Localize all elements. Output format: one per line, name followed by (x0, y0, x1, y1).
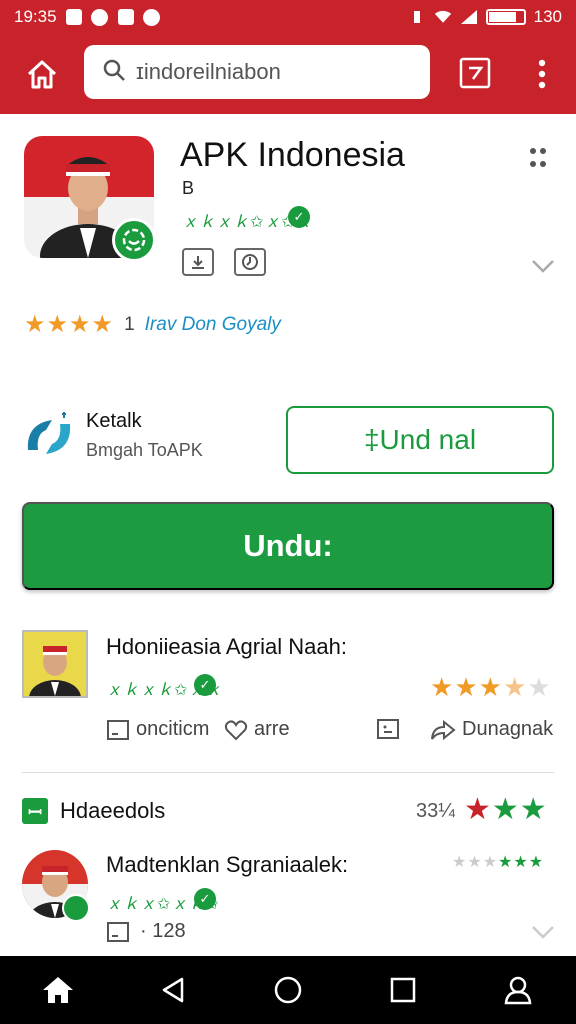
home-icon[interactable] (20, 52, 64, 96)
verified-badge-icon (112, 218, 156, 262)
action-report[interactable] (376, 718, 400, 740)
chevron-down-icon[interactable] (530, 922, 556, 942)
developer-logo-icon (22, 410, 76, 462)
wifi-icon (434, 8, 452, 26)
verified-check-icon: ✓ (194, 674, 216, 696)
chat-icon (143, 8, 161, 26)
battery-text: 130 (533, 7, 562, 26)
account-icon[interactable] (494, 966, 542, 1014)
developer-name[interactable]: Ketalk (86, 410, 142, 433)
system-nav-bar (0, 956, 576, 1024)
app-bar (0, 34, 576, 114)
section-count: 33¼ (416, 800, 455, 822)
search-input[interactable] (136, 59, 416, 85)
item-meta: · 128 (106, 920, 186, 943)
divider (22, 772, 554, 773)
overflow-icon[interactable] (530, 148, 552, 170)
item-title[interactable]: Hdoniieasia Agrial Naah: (106, 634, 347, 660)
rating-star: ★ (454, 672, 479, 702)
rating-stars: ★★★★ (24, 311, 115, 338)
section-stars: ★★★ (464, 793, 548, 826)
item-title[interactable]: Madtenklan Sgraniaalek: (106, 852, 348, 878)
item-rating-stars: ★★★★★★ (452, 854, 545, 871)
item-meta-value: · 128 (140, 920, 186, 942)
nav-home-icon[interactable] (34, 966, 82, 1014)
message-icon (117, 8, 135, 26)
signal-icon (460, 8, 478, 26)
download-icon[interactable] (182, 248, 214, 276)
status-bar: 19:35 130 (0, 0, 576, 34)
rating-summary: ★★★★ 1 Irav Don Goyaly (24, 310, 281, 339)
section-icon: ꟷ (22, 798, 48, 824)
item-thumbnail[interactable] (22, 630, 88, 698)
item-badge-icon (62, 894, 90, 922)
section-title: Hdaeedols (60, 798, 166, 823)
calendar-icon[interactable] (458, 56, 492, 90)
status-time: 19:35 (14, 7, 57, 26)
developer-subtitle: Bmgah ToAPK (86, 440, 203, 460)
search-icon (102, 58, 126, 87)
action-share[interactable]: Dunagnak (430, 718, 553, 741)
action-share-label: Dunagnak (462, 718, 554, 740)
share-icon (431, 719, 456, 740)
more-vert-icon[interactable] (528, 54, 556, 94)
notification-icon (65, 8, 83, 26)
clock-icon[interactable] (234, 248, 266, 276)
download-button[interactable]: Undu: (22, 502, 554, 590)
recents-icon[interactable] (379, 966, 427, 1014)
action-favorite[interactable]: arre (224, 718, 290, 741)
verified-check-icon: ✓ (194, 888, 216, 910)
verified-check-icon: ✓ (288, 206, 310, 228)
action-favorite-label: arre (254, 718, 290, 740)
rating-star: ★ (502, 672, 528, 702)
rating-star: ★ (478, 672, 503, 702)
rating-count: 1 (124, 313, 135, 335)
circle-home-icon[interactable] (264, 966, 312, 1014)
sync-icon (91, 8, 109, 26)
app-subtitle: B (182, 178, 195, 198)
action-info[interactable]: onciticm (106, 718, 209, 741)
back-icon[interactable] (149, 966, 197, 1014)
chevron-down-icon[interactable] (530, 256, 556, 276)
item-rating-stars: ★★★★★ (430, 672, 552, 703)
vibrate-icon (408, 8, 426, 26)
action-info-label: onciticm (136, 718, 210, 740)
battery-icon (485, 9, 526, 25)
secondary-download-button[interactable]: ‡Und nal (286, 406, 554, 474)
search-box[interactable] (84, 45, 430, 99)
rating-star: ★ (527, 672, 552, 702)
face-box-icon (377, 719, 399, 739)
app-title: APK Indonesia (180, 136, 405, 174)
rating-link[interactable]: Irav Don Goyaly (145, 314, 281, 336)
info-box-icon (107, 719, 129, 740)
rating-star: ★ (430, 672, 455, 702)
info-box-icon (107, 921, 129, 942)
heart-icon (224, 719, 248, 740)
